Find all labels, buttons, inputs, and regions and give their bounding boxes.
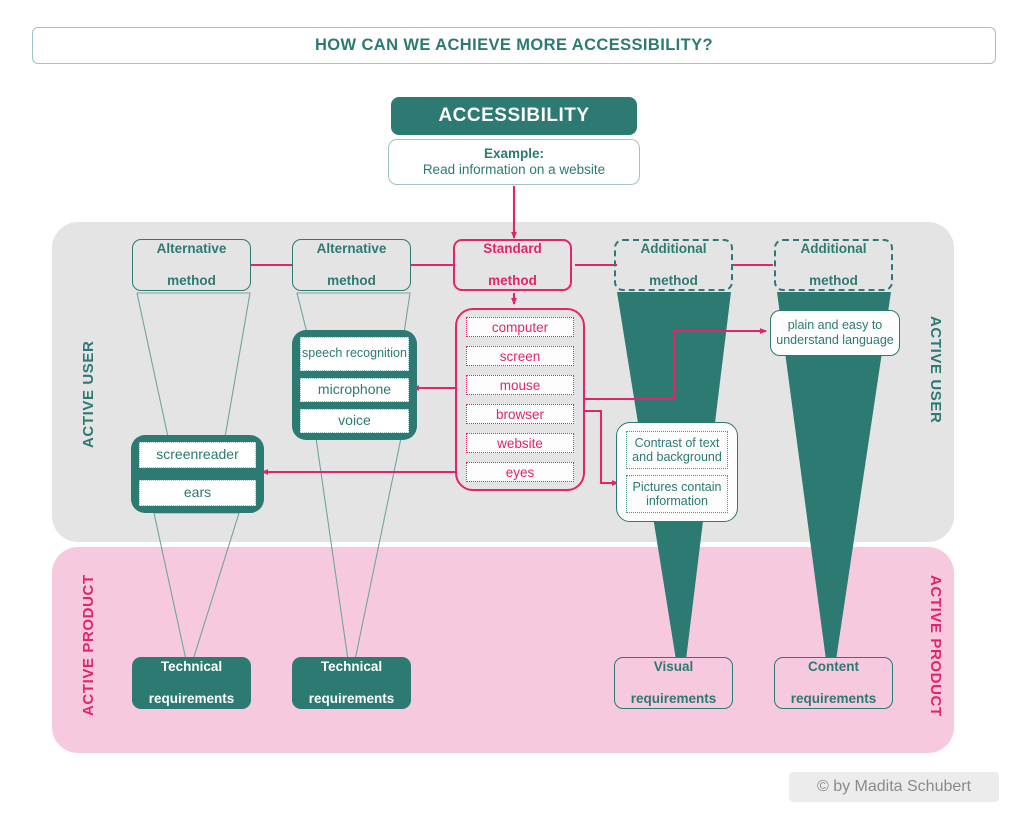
method-alternative-1-line1: Alternative	[156, 241, 227, 257]
method-additional-1[interactable]: Additional method	[614, 239, 733, 291]
method-additional-2[interactable]: Additional method	[774, 239, 893, 291]
accessibility-label: ACCESSIBILITY	[438, 104, 590, 126]
item-computer[interactable]: computer	[466, 317, 574, 337]
item-ears[interactable]: ears	[139, 480, 256, 506]
item-mouse[interactable]: mouse	[466, 375, 574, 395]
band-active-product	[52, 547, 954, 753]
page-title-bar: HOW CAN WE ACHIEVE MORE ACCESSIBILITY?	[32, 27, 996, 64]
speech-recognition-group: speech recognition microphone voice	[292, 330, 417, 440]
method-alternative-2[interactable]: Alternative method	[292, 239, 411, 291]
item-browser[interactable]: browser	[466, 404, 574, 424]
criterion-pictures[interactable]: Pictures contain information	[626, 475, 728, 513]
label-active-user-left: ACTIVE USER	[80, 340, 97, 448]
standard-method-item-list: computer screen mouse browser website ey…	[455, 308, 585, 491]
screenreader-group: screenreader ears	[131, 435, 264, 513]
item-eyes[interactable]: eyes	[466, 462, 574, 482]
method-alternative-1[interactable]: Alternative method	[132, 239, 251, 291]
example-title: Example:	[483, 146, 545, 162]
diagram-canvas: HOW CAN WE ACHIEVE MORE ACCESSIBILITY? A…	[0, 0, 1024, 823]
method-alternative-2-line2: method	[327, 272, 376, 288]
item-screenreader[interactable]: screenreader	[139, 442, 256, 468]
method-standard-line2: method	[488, 272, 537, 288]
method-additional-2-line2: method	[809, 272, 858, 288]
item-microphone[interactable]: microphone	[300, 378, 409, 402]
requirement-content-line2: requirements	[790, 690, 877, 706]
label-active-product-left: ACTIVE PRODUCT	[80, 574, 97, 716]
method-additional-2-line1: Additional	[800, 241, 867, 257]
requirement-content[interactable]: Content requirements	[774, 657, 893, 709]
requirement-technical-1[interactable]: Technical requirements	[132, 657, 251, 709]
requirement-visual[interactable]: Visual requirements	[614, 657, 733, 709]
visual-criteria-group: Contrast of text and background Pictures…	[616, 422, 738, 522]
requirement-visual-line1: Visual	[653, 659, 694, 675]
label-active-product-right: ACTIVE PRODUCT	[927, 575, 944, 717]
example-box: Example: Read information on a website	[388, 139, 640, 185]
method-standard[interactable]: Standard method	[453, 239, 572, 291]
method-additional-1-line1: Additional	[640, 241, 707, 257]
requirement-technical-2-line1: Technical	[320, 659, 383, 675]
item-voice[interactable]: voice	[300, 409, 409, 433]
method-alternative-1-line2: method	[167, 272, 216, 288]
requirement-technical-1-line1: Technical	[160, 659, 223, 675]
credit-watermark: © by Madita Schubert	[789, 772, 999, 802]
item-speech-recognition[interactable]: speech recognition	[300, 337, 409, 371]
item-screen[interactable]: screen	[466, 346, 574, 366]
requirement-technical-2-line2: requirements	[308, 690, 395, 706]
requirement-technical-2[interactable]: Technical requirements	[292, 657, 411, 709]
method-standard-line1: Standard	[483, 241, 542, 257]
accessibility-header: ACCESSIBILITY	[391, 97, 637, 135]
criterion-plain-language[interactable]: plain and easy to understand language	[770, 310, 900, 356]
example-text: Read information on a website	[422, 162, 606, 177]
method-alternative-2-line1: Alternative	[316, 241, 387, 257]
label-active-user-right: ACTIVE USER	[927, 316, 944, 424]
requirement-technical-1-line2: requirements	[148, 690, 235, 706]
requirement-content-line1: Content	[808, 659, 859, 675]
method-additional-1-line2: method	[649, 272, 698, 288]
page-title: HOW CAN WE ACHIEVE MORE ACCESSIBILITY?	[314, 36, 714, 54]
criterion-contrast[interactable]: Contrast of text and background	[626, 431, 728, 469]
requirement-visual-line2: requirements	[630, 690, 717, 706]
item-website[interactable]: website	[466, 433, 574, 453]
